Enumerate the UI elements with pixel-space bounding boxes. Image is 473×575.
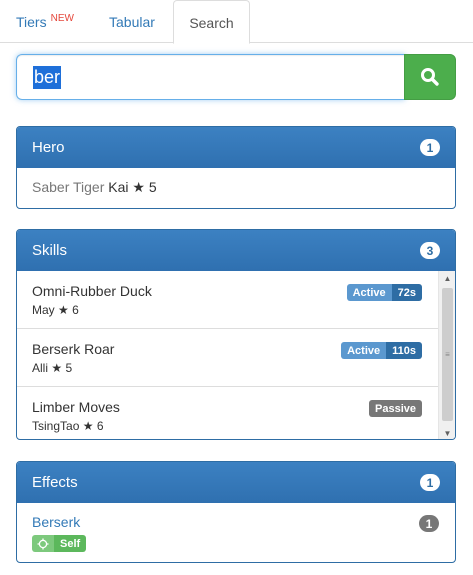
effects-count-badge: 1 (420, 474, 440, 491)
skill-hero-name: Alli (32, 361, 49, 375)
star-icon: ★ (82, 419, 94, 433)
effect-name-link[interactable]: Berserk (32, 514, 440, 530)
skill-hero: Alli ★ 5 (32, 361, 423, 375)
nav-tabs: Tiers NEW Tabular Search (0, 0, 473, 44)
skill-item[interactable]: Omni-Rubber Duck May ★ 6 Active 72s (17, 271, 438, 329)
skill-hero: May ★ 6 (32, 303, 423, 317)
skill-title: Limber Moves (32, 399, 120, 415)
skill-hero: TsingTao ★ 6 (32, 419, 423, 433)
effects-panel-title: Effects (32, 474, 78, 491)
skill-type-badge: Active (341, 342, 387, 359)
tab-tabular-label: Tabular (109, 14, 155, 30)
skills-scrollbar[interactable]: ▲ ≡ ▼ (438, 271, 455, 439)
hero-count-badge: 1 (420, 139, 440, 156)
effect-target-badge: Self (32, 535, 87, 552)
skills-panel: Skills 3 Omni-Rubber Duck May ★ 6 Active… (16, 229, 456, 440)
hero-result[interactable]: Saber Tiger Kai ★ 5 (17, 168, 455, 207)
new-badge: NEW (50, 13, 74, 24)
hero-stars: 5 (148, 179, 157, 195)
tab-tiers[interactable]: Tiers NEW (16, 0, 74, 43)
scroll-down-icon[interactable]: ▼ (439, 426, 455, 439)
hero-skill: Saber Tiger (32, 179, 105, 195)
skill-type-badge: Active (346, 284, 392, 301)
search-button[interactable] (404, 54, 456, 100)
skill-hero-name: May (32, 303, 55, 317)
search-input[interactable]: ber (16, 54, 405, 100)
tab-search[interactable]: Search (173, 0, 250, 44)
skill-item[interactable]: Berserk Roar Alli ★ 5 Active 110s (17, 329, 438, 387)
skill-cooldown-badge: 110s (386, 342, 422, 359)
skill-type-badge: Passive (369, 400, 422, 417)
hero-panel: Hero 1 Saber Tiger Kai ★ 5 (16, 126, 456, 209)
effect-target-label: Self (54, 535, 87, 552)
star-icon: ★ (132, 179, 145, 195)
skills-panel-heading[interactable]: Skills 3 (17, 230, 455, 271)
hero-panel-title: Hero (32, 139, 65, 156)
skill-tags: Passive (369, 400, 422, 417)
skill-hero-stars: 5 (65, 361, 73, 375)
search-input-value: ber (33, 65, 62, 89)
effects-panel: Effects 1 Berserk Self 1 (16, 461, 456, 563)
tab-search-label: Search (189, 15, 234, 31)
effect-count-badge: 1 (419, 515, 439, 532)
tab-tiers-label: Tiers (16, 14, 47, 30)
skill-cooldown-badge: 72s (391, 284, 422, 301)
star-icon: ★ (51, 361, 63, 375)
effects-panel-heading[interactable]: Effects 1 (17, 462, 455, 503)
skill-item[interactable]: Limber Moves TsingTao ★ 6 Passive (17, 387, 438, 439)
skill-hero-stars: 6 (72, 303, 79, 317)
skill-hero-stars: 6 (96, 419, 104, 433)
skills-count-badge: 3 (420, 242, 440, 259)
tab-tabular[interactable]: Tabular (109, 0, 155, 43)
star-icon: ★ (58, 303, 69, 317)
effect-item: Berserk Self 1 (17, 503, 455, 562)
scroll-up-icon[interactable]: ▲ (439, 271, 455, 285)
search-bar: ber (16, 54, 456, 100)
hero-panel-heading[interactable]: Hero 1 (17, 127, 455, 168)
crosshair-icon (32, 535, 54, 552)
search-icon (421, 68, 439, 86)
scroll-thumb[interactable]: ≡ (442, 288, 453, 421)
skill-tags: Active 72s (346, 284, 422, 301)
hero-name: Kai (108, 179, 129, 195)
skills-list: Omni-Rubber Duck May ★ 6 Active 72s Bers… (17, 271, 438, 439)
skill-hero-name: TsingTao (32, 419, 80, 433)
skill-tags: Active 110s (341, 342, 422, 359)
skills-panel-title: Skills (32, 242, 68, 259)
